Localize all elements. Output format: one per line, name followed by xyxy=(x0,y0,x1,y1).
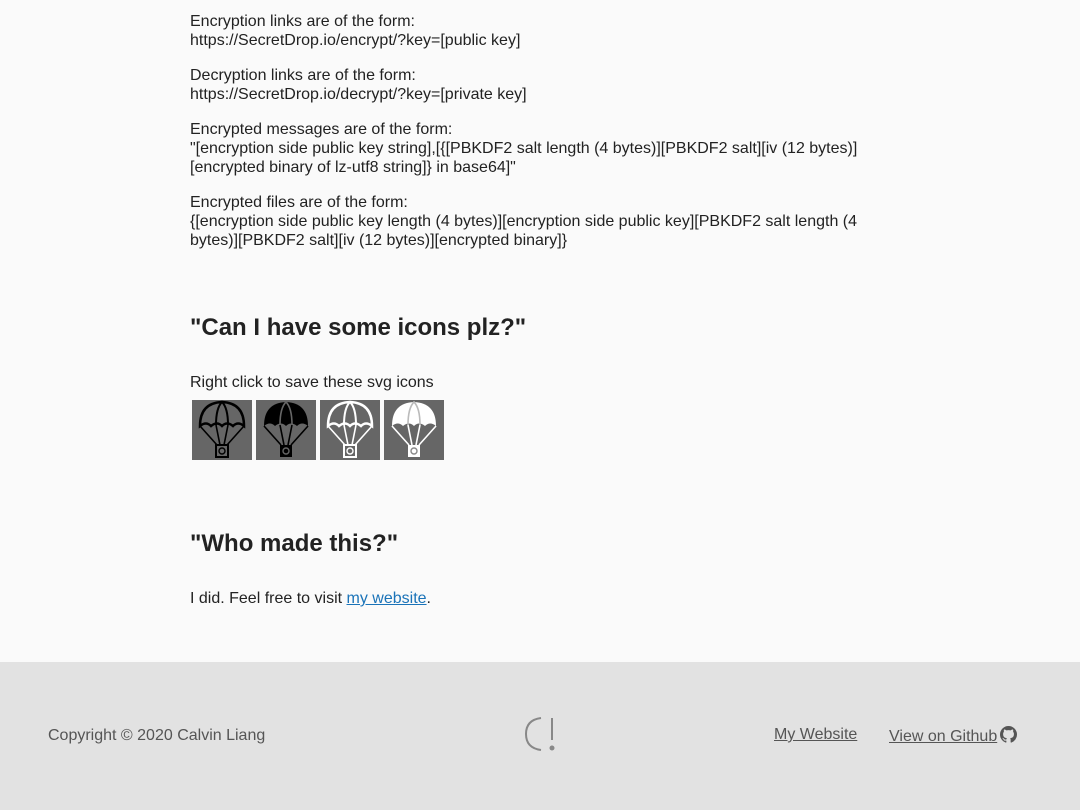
footer-github-link[interactable]: View on Github xyxy=(889,726,1018,746)
files-format-value: {[encryption side public key length (4 b… xyxy=(190,213,858,249)
main-content: Encryption links are of the form: https:… xyxy=(190,12,870,607)
copyright-text: Copyright © 2020 Calvin Liang xyxy=(48,727,266,744)
decryption-format-label: Decryption links are of the form: xyxy=(190,67,416,84)
files-format-paragraph: Encrypted files are of the form: {[encry… xyxy=(190,193,870,250)
my-website-link[interactable]: my website xyxy=(347,590,427,607)
parachute-icon-light-filled[interactable] xyxy=(384,400,444,460)
icon-gallery xyxy=(192,400,444,460)
encryption-format-value: https://SecretDrop.io/encrypt/?key=[publ… xyxy=(190,32,521,49)
icons-heading: "Can I have some icons plz?" xyxy=(190,314,527,341)
decryption-format-value: https://SecretDrop.io/decrypt/?key=[priv… xyxy=(190,86,527,103)
encryption-format-label: Encryption links are of the form: xyxy=(190,13,415,30)
footer-github-label: View on Github xyxy=(889,728,998,745)
parachute-icon-dark-outline[interactable] xyxy=(192,400,252,460)
files-format-label: Encrypted files are of the form: xyxy=(190,194,408,211)
parachute-icon-dark-filled[interactable] xyxy=(256,400,316,460)
who-heading: "Who made this?" xyxy=(190,530,399,557)
icons-instructions: Right click to save these svg icons xyxy=(190,374,434,391)
footer: Copyright © 2020 Calvin Liang My Website… xyxy=(0,662,1080,810)
encryption-format-paragraph: Encryption links are of the form: https:… xyxy=(190,12,870,50)
logo-icon xyxy=(524,717,555,751)
who-text-before: I did. Feel free to visit xyxy=(190,590,347,607)
messages-format-value: "[encryption side public key string],[{[… xyxy=(190,140,858,176)
decryption-format-paragraph: Decryption links are of the form: https:… xyxy=(190,66,870,104)
messages-format-paragraph: Encrypted messages are of the form: "[en… xyxy=(190,120,870,177)
messages-format-label: Encrypted messages are of the form: xyxy=(190,121,453,138)
footer-my-website-link[interactable]: My Website xyxy=(774,726,857,744)
who-text: I did. Feel free to visit my website. xyxy=(190,590,431,608)
parachute-icon-light-outline[interactable] xyxy=(320,400,380,460)
github-icon xyxy=(1000,726,1018,743)
who-text-after: . xyxy=(426,590,431,607)
